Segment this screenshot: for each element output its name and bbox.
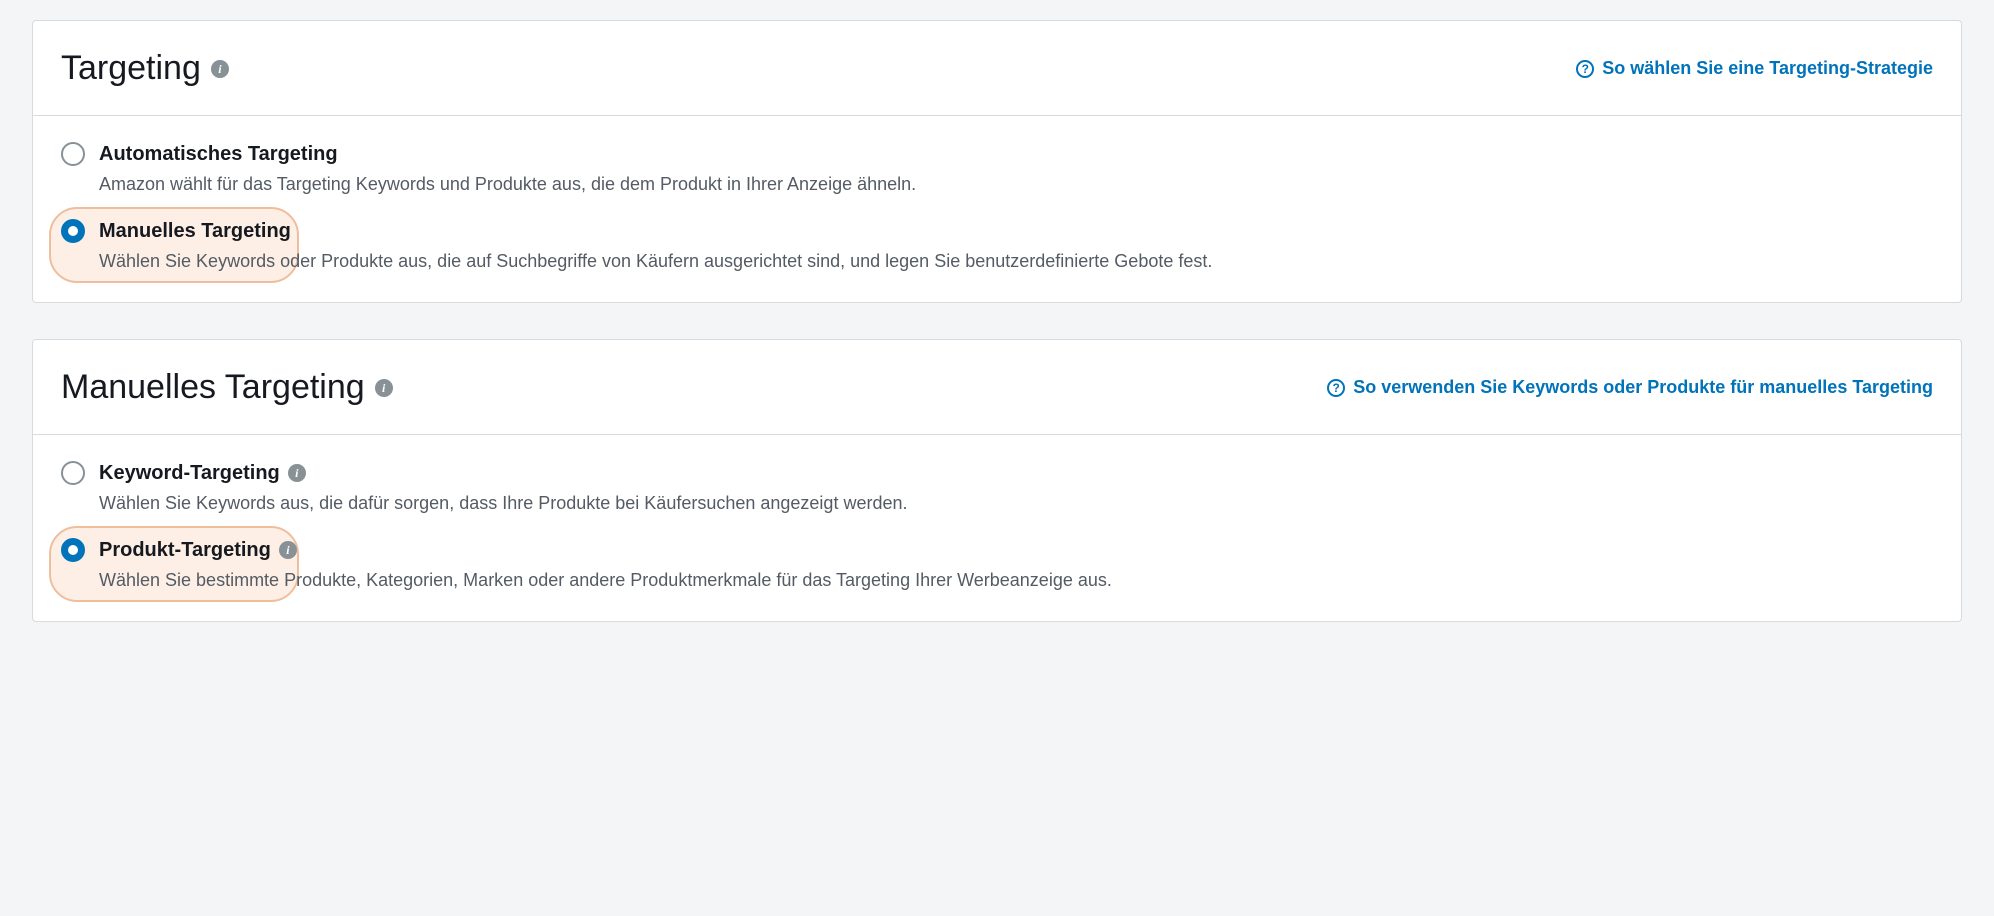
targeting-help-link[interactable]: ? So wählen Sie eine Targeting-Strategie xyxy=(1576,56,1933,81)
option-automatic-desc: Amazon wählt für das Targeting Keywords … xyxy=(99,172,1933,197)
manual-panel-header: Manuelles Targeting i ? So verwenden Sie… xyxy=(33,340,1961,435)
targeting-help-text: So wählen Sie eine Targeting-Strategie xyxy=(1602,56,1933,81)
option-manual-desc: Wählen Sie Keywords oder Produkte aus, d… xyxy=(99,249,1933,274)
manual-targeting-panel: Manuelles Targeting i ? So verwenden Sie… xyxy=(32,339,1962,622)
radio-keyword[interactable] xyxy=(61,461,85,485)
option-keyword[interactable]: Keyword-Targeting i Wählen Sie Keywords … xyxy=(61,459,1933,516)
option-keyword-desc: Wählen Sie Keywords aus, die dafür sorge… xyxy=(99,491,1933,516)
targeting-panel-body: Automatisches Targeting Amazon wählt für… xyxy=(33,116,1961,302)
help-icon: ? xyxy=(1327,379,1345,397)
info-icon[interactable]: i xyxy=(211,60,229,78)
info-icon[interactable]: i xyxy=(279,541,297,559)
info-icon[interactable]: i xyxy=(288,464,306,482)
option-automatic-label: Automatisches Targeting xyxy=(99,140,338,168)
manual-title-text: Manuelles Targeting xyxy=(61,364,365,412)
option-keyword-label: Keyword-Targeting xyxy=(99,459,280,487)
radio-manual[interactable] xyxy=(61,219,85,243)
targeting-title-text: Targeting xyxy=(61,45,201,93)
option-manual[interactable]: Manuelles Targeting Wählen Sie Keywords … xyxy=(61,217,1933,274)
option-automatic[interactable]: Automatisches Targeting Amazon wählt für… xyxy=(61,140,1933,197)
manual-help-text: So verwenden Sie Keywords oder Produkte … xyxy=(1353,375,1933,400)
option-product-desc: Wählen Sie bestimmte Produkte, Kategorie… xyxy=(99,568,1933,593)
targeting-panel-title: Targeting i xyxy=(61,45,229,93)
option-product-label: Produkt-Targeting xyxy=(99,536,271,564)
targeting-panel: Targeting i ? So wählen Sie eine Targeti… xyxy=(32,20,1962,303)
manual-panel-body: Keyword-Targeting i Wählen Sie Keywords … xyxy=(33,435,1961,621)
radio-automatic[interactable] xyxy=(61,142,85,166)
targeting-panel-header: Targeting i ? So wählen Sie eine Targeti… xyxy=(33,21,1961,116)
option-product[interactable]: Produkt-Targeting i Wählen Sie bestimmte… xyxy=(61,536,1933,593)
radio-product[interactable] xyxy=(61,538,85,562)
option-manual-label: Manuelles Targeting xyxy=(99,217,291,245)
help-icon: ? xyxy=(1576,60,1594,78)
manual-help-link[interactable]: ? So verwenden Sie Keywords oder Produkt… xyxy=(1327,375,1933,400)
manual-panel-title: Manuelles Targeting i xyxy=(61,364,393,412)
info-icon[interactable]: i xyxy=(375,379,393,397)
